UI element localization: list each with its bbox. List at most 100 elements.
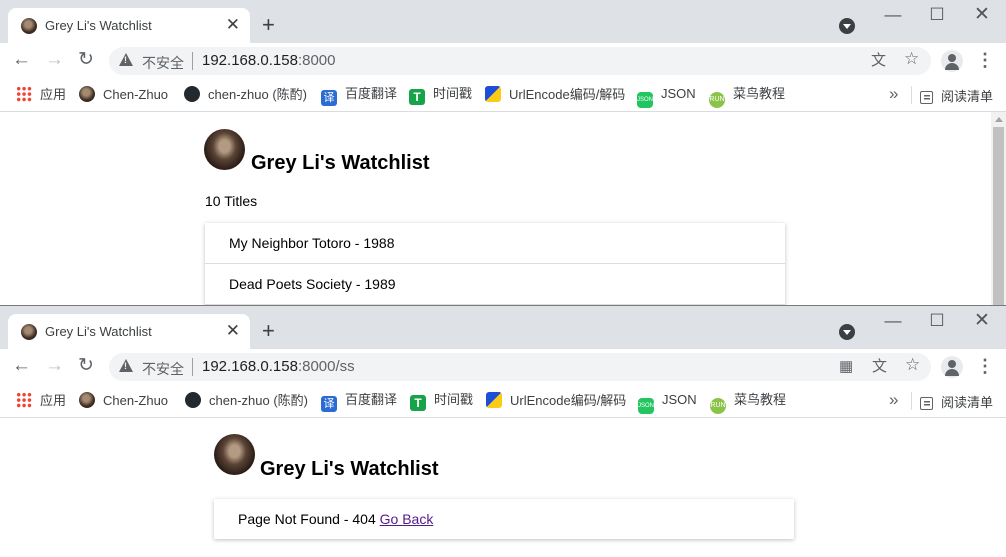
back-button[interactable]: ←: [12, 354, 31, 378]
bookmark-urlencode[interactable]: UrlEncode编码/解码: [486, 392, 626, 410]
bookmark-urlencode[interactable]: UrlEncode编码/解码: [485, 86, 625, 104]
tab-search-icon[interactable]: [839, 324, 855, 340]
close-window-button[interactable]: ✕: [962, 4, 1002, 28]
back-button[interactable]: ←: [12, 48, 31, 72]
page-title: Grey Li's Watchlist: [251, 152, 430, 174]
close-window-button[interactable]: ✕: [962, 310, 1002, 334]
tab-watchlist[interactable]: Grey Li's Watchlist ✕: [8, 8, 250, 43]
maximize-button[interactable]: ☐: [917, 4, 957, 28]
scroll-up-icon[interactable]: [995, 117, 1003, 122]
bookmark-runoob[interactable]: RUN 菜鸟教程: [709, 86, 785, 108]
translate-icon: 译: [321, 396, 337, 412]
minimize-button[interactable]: —: [873, 310, 913, 334]
address-bar[interactable]: 不安全 192.168.0.158:8000/ss ▦ 文 ☆: [109, 353, 931, 381]
movie-count: 10 Titles: [205, 193, 258, 209]
bookmark-timestamp[interactable]: T 时间戳: [409, 86, 472, 105]
translate-icon[interactable]: 文: [871, 53, 886, 69]
maximize-button[interactable]: ☐: [917, 310, 957, 334]
new-tab-button[interactable]: +: [262, 319, 275, 343]
tab-watchlist[interactable]: Grey Li's Watchlist ✕: [8, 314, 250, 349]
tab-strip: Grey Li's Watchlist ✕ + — ☐ ✕: [0, 306, 1006, 349]
not-secure-label[interactable]: 不安全: [142, 359, 184, 379]
apps-icon: [16, 86, 32, 102]
reload-button[interactable]: ↻: [78, 48, 94, 72]
reading-list-button[interactable]: 阅读清单: [920, 86, 993, 105]
menu-button[interactable]: ⋮: [976, 356, 994, 376]
not-found-message: Page Not Found - 404 Go Back: [238, 511, 434, 527]
not-secure-icon[interactable]: [119, 53, 133, 66]
reading-list-button[interactable]: 阅读清单: [920, 392, 993, 411]
bookmark-github[interactable]: chen-zhuo (陈酌): [185, 392, 308, 410]
profile-icon[interactable]: [941, 356, 963, 378]
reload-button[interactable]: ↻: [78, 354, 94, 378]
timestamp-icon: T: [409, 89, 425, 105]
profile-icon[interactable]: [941, 50, 963, 72]
bookmark-runoob[interactable]: RUN 菜鸟教程: [710, 392, 786, 414]
url-text[interactable]: 192.168.0.158:8000: [202, 52, 335, 69]
not-found-card: Page Not Found - 404 Go Back: [214, 499, 794, 539]
bookmarks-divider: [911, 86, 912, 104]
avatar-icon: [79, 86, 95, 102]
page-title: Grey Li's Watchlist: [260, 458, 439, 480]
bookmark-chen-zhuo[interactable]: Chen-Zhuo: [79, 392, 168, 410]
bookmarks-overflow-icon[interactable]: »: [889, 390, 898, 410]
not-secure-icon[interactable]: [119, 359, 133, 372]
tab-close-icon[interactable]: ✕: [226, 15, 240, 35]
forward-button[interactable]: →: [45, 48, 64, 72]
qr-code-icon[interactable]: ▦: [839, 359, 853, 375]
urlencode-icon: [485, 86, 501, 102]
browser-window-2: Grey Li's Watchlist ✕ + — ☐ ✕ ← → ↻ 不安全 …: [0, 305, 1006, 557]
bookmark-apps[interactable]: 应用: [16, 86, 66, 104]
movie-list: My Neighbor Totoro - 1988 Dead Poets Soc…: [205, 223, 785, 305]
list-item: My Neighbor Totoro - 1988: [205, 223, 785, 264]
bookmark-json[interactable]: JSON JSON: [638, 392, 697, 414]
bookmark-star-icon[interactable]: ☆: [904, 50, 919, 67]
scrollbar-thumb[interactable]: [993, 127, 1004, 305]
bookmark-apps[interactable]: 应用: [16, 392, 66, 410]
apps-icon: [16, 392, 32, 408]
avatar: [214, 434, 255, 475]
bookmarks-overflow-icon[interactable]: »: [889, 84, 898, 104]
reading-list-icon: [920, 91, 933, 104]
reading-list-icon: [920, 397, 933, 410]
scrollbar[interactable]: [991, 112, 1006, 305]
bookmark-star-icon[interactable]: ☆: [905, 356, 920, 373]
forward-button[interactable]: →: [45, 354, 64, 378]
github-icon: [184, 86, 200, 102]
bookmark-chen-zhuo[interactable]: Chen-Zhuo: [79, 86, 168, 104]
tab-search-icon[interactable]: [839, 18, 855, 34]
translate-icon[interactable]: 文: [872, 359, 887, 375]
avatar: [204, 129, 245, 170]
bookmark-baidu-translate[interactable]: 译百度翻译: [321, 86, 397, 106]
page-content: Grey Li's Watchlist 10 Titles My Neighbo…: [0, 112, 1006, 305]
bookmarks-bar: 应用 Chen-Zhuo chen-zhuo (陈酌) 译百度翻译 T 时间戳 U…: [0, 79, 1006, 112]
avatar-icon: [79, 392, 95, 408]
json-icon: JSON: [637, 92, 653, 108]
go-back-link[interactable]: Go Back: [380, 511, 434, 527]
menu-button[interactable]: ⋮: [976, 50, 994, 70]
runoob-icon: RUN: [709, 92, 725, 108]
url-divider: [192, 358, 193, 376]
tab-title: Grey Li's Watchlist: [45, 324, 152, 339]
bookmark-baidu-translate[interactable]: 译百度翻译: [321, 392, 397, 412]
url-text[interactable]: 192.168.0.158:8000/ss: [202, 358, 355, 375]
tab-title: Grey Li's Watchlist: [45, 18, 152, 33]
tab-strip: Grey Li's Watchlist ✕ + — ☐ ✕: [0, 0, 1006, 43]
bookmark-timestamp[interactable]: T 时间戳: [410, 392, 473, 411]
bookmark-json[interactable]: JSON JSON: [637, 86, 696, 108]
translate-icon: 译: [321, 90, 337, 106]
timestamp-icon: T: [410, 395, 426, 411]
toolbar: ← → ↻ 不安全 192.168.0.158:8000 文 ☆ ⋮: [0, 43, 1006, 79]
runoob-icon: RUN: [710, 398, 726, 414]
bookmark-github[interactable]: chen-zhuo (陈酌): [184, 86, 307, 104]
browser-window-1: Grey Li's Watchlist ✕ + — ☐ ✕ ← → ↻ 不安全 …: [0, 0, 1006, 305]
address-bar[interactable]: 不安全 192.168.0.158:8000 文 ☆: [109, 47, 931, 75]
new-tab-button[interactable]: +: [262, 13, 275, 37]
github-icon: [185, 392, 201, 408]
favicon-icon: [21, 324, 37, 340]
not-secure-label[interactable]: 不安全: [142, 53, 184, 73]
minimize-button[interactable]: —: [873, 4, 913, 28]
list-item: Dead Poets Society - 1989: [205, 264, 785, 305]
tab-close-icon[interactable]: ✕: [226, 321, 240, 341]
favicon-icon: [21, 18, 37, 34]
